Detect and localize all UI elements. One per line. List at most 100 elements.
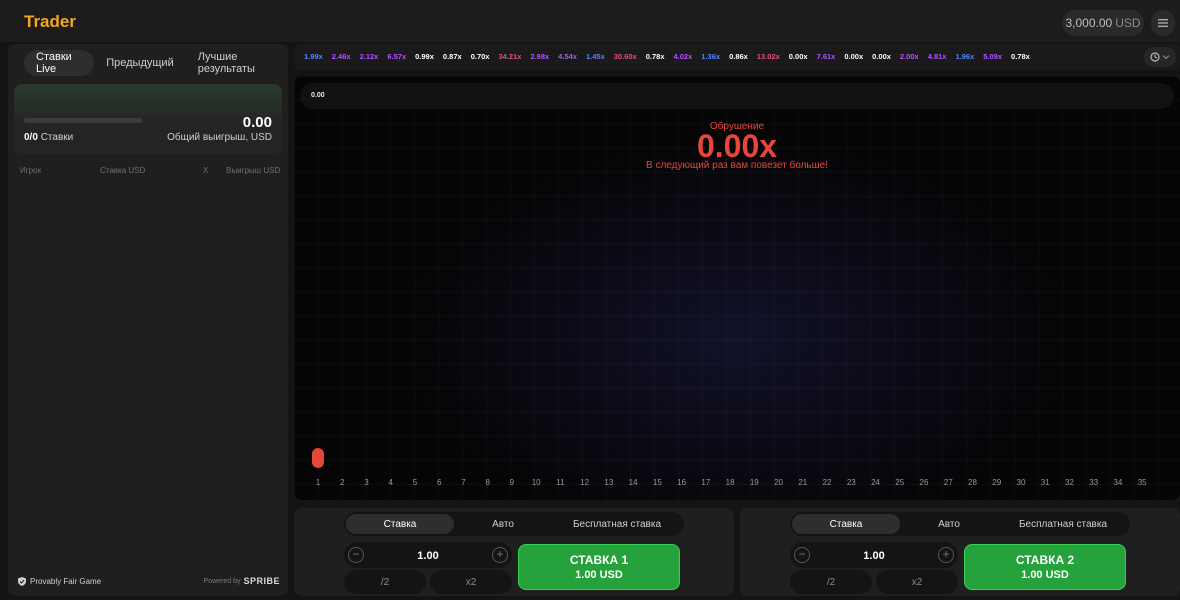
- col-bet: Ставка USD: [100, 166, 146, 175]
- increase-button[interactable]: +: [492, 547, 508, 563]
- time-tick: 23: [846, 478, 856, 487]
- time-tick: 6: [436, 478, 442, 487]
- time-tick: 10: [531, 478, 541, 487]
- time-tick: 2: [340, 478, 345, 487]
- multiplier-item[interactable]: 30.60x: [614, 52, 637, 61]
- multiplier-history: 1.99x 2.46x 2.12x 6.57x 0.99x 0.87x 0.70x 34.21…: [294, 44, 1180, 70]
- time-tick: 9: [509, 478, 515, 487]
- multiplier-item[interactable]: 34.21x: [498, 52, 521, 61]
- multiplier-item[interactable]: 0.00x: [789, 52, 808, 61]
- bet-button-amount: 1.00 USD: [575, 569, 623, 581]
- tab-live-bets[interactable]: Ставки Live: [24, 50, 95, 76]
- half-bet-button[interactable]: /2: [344, 570, 426, 594]
- bet-panel-1: Ставка Авто Бесплатная ставка − 1.00 + /…: [294, 508, 734, 596]
- time-tick: 32: [1064, 478, 1074, 487]
- multiplier-item[interactable]: 13.02x: [757, 52, 780, 61]
- menu-button[interactable]: [1151, 10, 1175, 36]
- multiplier-item[interactable]: 0.00x: [872, 52, 891, 61]
- tab-previous[interactable]: Предыдущий: [94, 50, 185, 76]
- time-axis: 1 2 3 4 5 6 7 8 9 10 11 12 13 14 15 16 17 18 19 20 21 22 23 24 2…: [294, 478, 1180, 488]
- time-tick: 18: [725, 478, 735, 487]
- time-tick: 35: [1137, 478, 1147, 487]
- time-tick: 20: [774, 478, 783, 487]
- multiplier-item[interactable]: 0.99x: [415, 52, 434, 61]
- half-bet-button[interactable]: /2: [790, 570, 872, 594]
- multiplier-item[interactable]: 4.81x: [928, 52, 947, 61]
- bet-panel-2-tabs: Ставка Авто Бесплатная ставка: [790, 512, 1130, 536]
- powered-by-label: Powered by: [203, 577, 241, 585]
- tab-auto[interactable]: Авто: [900, 514, 998, 534]
- balance-currency: USD: [1115, 16, 1141, 30]
- multiplier-item[interactable]: 4.54x: [558, 52, 577, 61]
- multiplier-item[interactable]: 1.45x: [586, 52, 605, 61]
- powered-by: Powered by SPRIBE: [204, 576, 280, 586]
- tab-bet[interactable]: Ставка: [792, 514, 900, 534]
- time-tick: 22: [822, 478, 832, 487]
- bet-amount-stepper: − 1.00 +: [790, 542, 958, 568]
- time-tick: 30: [1016, 478, 1026, 487]
- time-tick: 16: [677, 478, 687, 487]
- multiplier-item[interactable]: 0.78x: [646, 52, 665, 61]
- bet-button-title: СТАВКА 1: [569, 553, 629, 567]
- bet-panel-1-tabs: Ставка Авто Бесплатная ставка: [344, 512, 684, 536]
- col-win: Выигрыш USD: [226, 166, 281, 175]
- place-bet-button[interactable]: СТАВКА 1 1.00 USD: [518, 544, 680, 590]
- time-tick: 25: [895, 478, 905, 487]
- multiplier-item[interactable]: 1.36x: [701, 52, 720, 61]
- tab-top-results[interactable]: Лучшие результаты: [186, 50, 288, 76]
- col-multiplier: X: [203, 166, 209, 175]
- bet-button-amount: 1.00 USD: [1021, 569, 1069, 581]
- time-tick: 17: [701, 478, 711, 487]
- top-header: Trader 3,000.00 USD: [0, 0, 1180, 42]
- app-logo[interactable]: Trader: [24, 12, 76, 32]
- price-bar: 0.00: [300, 83, 1174, 109]
- multiplier-item[interactable]: 0.87x: [443, 52, 462, 61]
- shield-check-icon: [18, 576, 26, 586]
- time-tick: 19: [749, 478, 759, 487]
- bets-tabs: Ставки Live Предыдущий Лучшие результаты: [24, 50, 288, 76]
- multiplier-item[interactable]: 6.57x: [387, 52, 406, 61]
- time-tick: 33: [1089, 478, 1099, 487]
- balance-value: 3,000.00: [1065, 16, 1113, 30]
- provably-fair-link[interactable]: Provably Fair Game: [18, 576, 101, 586]
- price-value: 0.00: [311, 92, 325, 99]
- multiplier-item[interactable]: 5.09x: [983, 52, 1002, 61]
- bet-amount-input[interactable]: 1.00: [344, 550, 512, 562]
- double-bet-button[interactable]: x2: [876, 570, 958, 594]
- bet-amount-input[interactable]: 1.00: [790, 550, 958, 562]
- spribe-logo: SPRIBE: [243, 576, 280, 586]
- multiplier-list: 1.99x 2.46x 2.12x 6.57x 0.99x 0.87x 0.70x 34.21…: [304, 52, 1039, 61]
- bets-progress-bar: [24, 118, 142, 123]
- tab-auto[interactable]: Авто: [454, 514, 552, 534]
- multiplier-item[interactable]: 2.00x: [900, 52, 919, 61]
- crash-message: В следующий раз вам повезет больше!: [646, 160, 828, 171]
- bets-count-row: 0/0 Ставки: [24, 132, 73, 143]
- tab-free-bet[interactable]: Бесплатная ставка: [552, 514, 682, 534]
- multiplier-item[interactable]: 4.02x: [674, 52, 693, 61]
- price-marker: [312, 448, 324, 468]
- tab-free-bet[interactable]: Бесплатная ставка: [998, 514, 1128, 534]
- history-clock-icon: [1150, 52, 1160, 62]
- bets-panel: Ставки Live Предыдущий Лучшие результаты…: [8, 44, 288, 596]
- history-button[interactable]: [1144, 47, 1176, 67]
- multiplier-item[interactable]: 0.00x: [844, 52, 863, 61]
- multiplier-item[interactable]: 7.61x: [817, 52, 836, 61]
- multiplier-item[interactable]: 2.46x: [332, 52, 351, 61]
- time-tick: 8: [485, 478, 490, 487]
- time-tick: 26: [919, 478, 929, 487]
- multiplier-item[interactable]: 0.78x: [1011, 52, 1030, 61]
- multiplier-item[interactable]: 1.99x: [304, 52, 323, 61]
- multiplier-item[interactable]: 1.96x: [955, 52, 974, 61]
- multiplier-item[interactable]: 0.86x: [729, 52, 748, 61]
- multiplier-item[interactable]: 2.12x: [360, 52, 379, 61]
- hamburger-icon: [1158, 19, 1168, 27]
- increase-button[interactable]: +: [938, 547, 954, 563]
- multiplier-item[interactable]: 0.70x: [471, 52, 490, 61]
- time-tick: 24: [871, 478, 880, 487]
- tab-bet[interactable]: Ставка: [346, 514, 454, 534]
- place-bet-button[interactable]: СТАВКА 2 1.00 USD: [964, 544, 1126, 590]
- time-tick: 31: [1040, 478, 1050, 487]
- time-tick: 28: [968, 478, 977, 487]
- double-bet-button[interactable]: x2: [430, 570, 512, 594]
- multiplier-item[interactable]: 2.98x: [530, 52, 549, 61]
